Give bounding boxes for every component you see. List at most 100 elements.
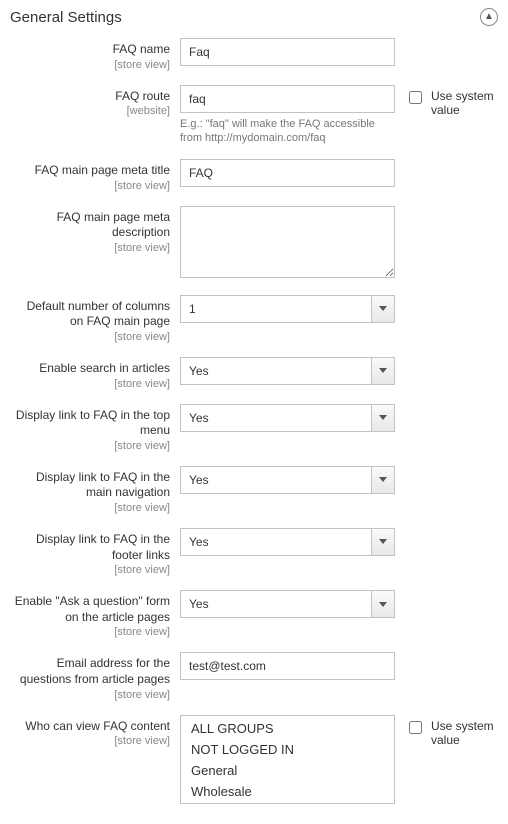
control-col: E.g.: "faq" will make the FAQ accessible… <box>180 85 395 146</box>
collapse-toggle[interactable]: ▲ <box>480 8 498 26</box>
link-top-value: Yes <box>180 404 395 432</box>
columns-value: 1 <box>180 295 395 323</box>
ask-question-select[interactable]: Yes <box>180 590 395 618</box>
use-system-checkbox[interactable] <box>409 91 422 104</box>
label: FAQ route <box>10 89 170 105</box>
field-columns: Default number of columns on FAQ main pa… <box>10 295 498 343</box>
scope: [store view] <box>10 440 170 452</box>
label: Enable search in articles <box>10 361 170 377</box>
email-input[interactable] <box>180 652 395 680</box>
field-ask-question: Enable "Ask a question" form on the arti… <box>10 590 498 638</box>
label-col: FAQ name [store view] <box>10 38 180 71</box>
ask-question-value: Yes <box>180 590 395 618</box>
link-nav-select[interactable]: Yes <box>180 466 395 494</box>
label-col: FAQ main page meta title [store view] <box>10 159 180 192</box>
chevron-down-icon <box>371 404 395 432</box>
scope: [store view] <box>10 59 170 71</box>
label-col: Display link to FAQ in the footer links … <box>10 528 180 576</box>
link-top-select[interactable]: Yes <box>180 404 395 432</box>
scope: [store view] <box>10 689 170 701</box>
link-nav-value: Yes <box>180 466 395 494</box>
faq-name-input[interactable] <box>180 38 395 66</box>
chevron-down-icon <box>371 528 395 556</box>
enable-search-select[interactable]: Yes <box>180 357 395 385</box>
label: Who can view FAQ content <box>10 719 170 735</box>
use-system-label: Use system value <box>431 719 498 747</box>
section-title: General Settings <box>10 9 122 26</box>
meta-title-input[interactable] <box>180 159 395 187</box>
label: Email address for the questions from art… <box>10 656 170 687</box>
use-system-value-route[interactable]: Use system value <box>405 89 498 117</box>
field-link-footer: Display link to FAQ in the footer links … <box>10 528 498 576</box>
scope: [store view] <box>10 331 170 343</box>
scope: [store view] <box>10 378 170 390</box>
label-col: FAQ main page meta description [store vi… <box>10 206 180 254</box>
label: Display link to FAQ in the main navigati… <box>10 470 170 501</box>
field-meta-title: FAQ main page meta title [store view] <box>10 159 498 192</box>
control-col: Yes <box>180 404 395 432</box>
use-system-value-whoview[interactable]: Use system value <box>405 719 498 747</box>
multiselect-option[interactable]: Wholesale <box>181 781 394 802</box>
field-who-view: Who can view FAQ content [store view] AL… <box>10 715 498 804</box>
general-settings-section: General Settings ▲ FAQ name [store view]… <box>0 0 508 824</box>
control-col <box>180 159 395 187</box>
field-link-nav: Display link to FAQ in the main navigati… <box>10 466 498 514</box>
link-footer-select[interactable]: Yes <box>180 528 395 556</box>
label-col: Email address for the questions from art… <box>10 652 180 700</box>
control-col: Yes <box>180 528 395 556</box>
label-col: FAQ route [website] <box>10 85 180 118</box>
label-col: Display link to FAQ in the main navigati… <box>10 466 180 514</box>
label: FAQ main page meta title <box>10 163 170 179</box>
scope: [store view] <box>10 502 170 514</box>
multiselect-option[interactable]: NOT LOGGED IN <box>181 739 394 760</box>
use-system-label: Use system value <box>431 89 498 117</box>
control-col <box>180 206 395 281</box>
link-footer-value: Yes <box>180 528 395 556</box>
control-col: ALL GROUPS NOT LOGGED IN General Wholesa… <box>180 715 395 804</box>
enable-search-value: Yes <box>180 357 395 385</box>
label-col: Display link to FAQ in the top menu [sto… <box>10 404 180 452</box>
chevron-down-icon <box>371 590 395 618</box>
label: Enable "Ask a question" form on the arti… <box>10 594 170 625</box>
label-col: Enable "Ask a question" form on the arti… <box>10 590 180 638</box>
use-system-checkbox[interactable] <box>409 721 422 734</box>
faq-route-hint: E.g.: "faq" will make the FAQ accessible… <box>180 117 395 146</box>
label-col: Enable search in articles [store view] <box>10 357 180 390</box>
field-meta-desc: FAQ main page meta description [store vi… <box>10 206 498 281</box>
label-col: Default number of columns on FAQ main pa… <box>10 295 180 343</box>
control-col <box>180 652 395 680</box>
scope: [store view] <box>10 735 170 747</box>
chevron-down-icon <box>371 295 395 323</box>
faq-route-input[interactable] <box>180 85 395 113</box>
multiselect-option[interactable]: ALL GROUPS <box>181 718 394 739</box>
label: FAQ name <box>10 42 170 58</box>
scope: [store view] <box>10 626 170 638</box>
columns-select[interactable]: 1 <box>180 295 395 323</box>
field-faq-route: FAQ route [website] E.g.: "faq" will mak… <box>10 85 498 146</box>
label-col: Who can view FAQ content [store view] <box>10 715 180 748</box>
scope: [website] <box>10 105 170 117</box>
control-col <box>180 38 395 66</box>
chevron-down-icon <box>371 466 395 494</box>
field-faq-name: FAQ name [store view] <box>10 38 498 71</box>
who-view-multiselect[interactable]: ALL GROUPS NOT LOGGED IN General Wholesa… <box>180 715 395 804</box>
label: FAQ main page meta description <box>10 210 170 241</box>
control-col: Yes <box>180 357 395 385</box>
multiselect-option[interactable]: General <box>181 760 394 781</box>
control-col: 1 <box>180 295 395 323</box>
field-link-top: Display link to FAQ in the top menu [sto… <box>10 404 498 452</box>
chevron-up-icon: ▲ <box>484 12 494 22</box>
field-enable-search: Enable search in articles [store view] Y… <box>10 357 498 390</box>
label: Default number of columns on FAQ main pa… <box>10 299 170 330</box>
control-col: Yes <box>180 590 395 618</box>
scope: [store view] <box>10 242 170 254</box>
meta-desc-textarea[interactable] <box>180 206 395 278</box>
label: Display link to FAQ in the footer links <box>10 532 170 563</box>
scope: [store view] <box>10 564 170 576</box>
section-header: General Settings ▲ <box>10 6 498 38</box>
label: Display link to FAQ in the top menu <box>10 408 170 439</box>
control-col: Yes <box>180 466 395 494</box>
chevron-down-icon <box>371 357 395 385</box>
field-email: Email address for the questions from art… <box>10 652 498 700</box>
scope: [store view] <box>10 180 170 192</box>
